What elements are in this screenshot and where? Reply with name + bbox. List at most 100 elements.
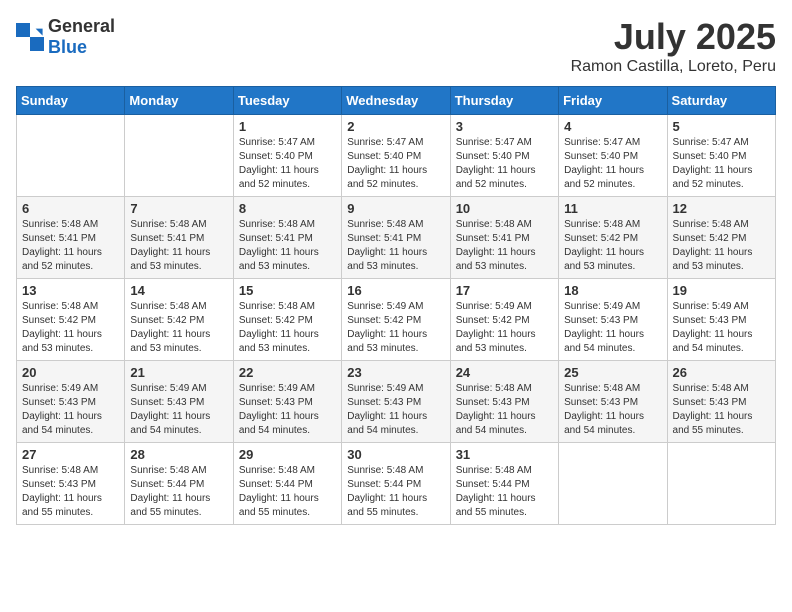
- calendar-cell-4-1: 20 Sunrise: 5:49 AM Sunset: 5:43 PM Dayli…: [17, 361, 125, 443]
- day-info-18: Sunrise: 5:49 AM Sunset: 5:43 PM Dayligh…: [564, 300, 661, 356]
- logo-blue: Blue: [48, 37, 87, 57]
- day-info-12: Sunrise: 5:48 AM Sunset: 5:42 PM Dayligh…: [673, 218, 770, 274]
- calendar-cell-2-1: 6 Sunrise: 5:48 AM Sunset: 5:41 PM Daylig…: [17, 197, 125, 279]
- weekday-header-wednesday: Wednesday: [342, 87, 450, 115]
- day-number-27: 27: [22, 447, 119, 462]
- calendar-cell-1-5: 3 Sunrise: 5:47 AM Sunset: 5:40 PM Daylig…: [450, 115, 558, 197]
- logo: General Blue: [16, 16, 115, 58]
- calendar-cell-2-2: 7 Sunrise: 5:48 AM Sunset: 5:41 PM Daylig…: [125, 197, 233, 279]
- calendar-cell-5-4: 30 Sunrise: 5:48 AM Sunset: 5:44 PM Dayli…: [342, 443, 450, 525]
- day-info-21: Sunrise: 5:49 AM Sunset: 5:43 PM Dayligh…: [130, 382, 227, 438]
- day-number-24: 24: [456, 365, 553, 380]
- calendar-cell-4-4: 23Sunrise: 5:49 AM Sunset: 5:43 PM Dayli…: [342, 361, 450, 443]
- calendar-cell-5-1: 27 Sunrise: 5:48 AM Sunset: 5:43 PM Dayli…: [17, 443, 125, 525]
- day-number-11: 11: [564, 201, 661, 216]
- calendar-week-5: 27 Sunrise: 5:48 AM Sunset: 5:43 PM Dayli…: [17, 443, 776, 525]
- calendar-cell-1-4: 2 Sunrise: 5:47 AM Sunset: 5:40 PM Daylig…: [342, 115, 450, 197]
- day-number-22: 22: [239, 365, 336, 380]
- calendar-table: SundayMondayTuesdayWednesdayThursdayFrid…: [16, 86, 776, 525]
- calendar-cell-1-3: 1Sunrise: 5:47 AM Sunset: 5:40 PM Daylig…: [233, 115, 341, 197]
- page-header: General Blue July 2025 Ramon Castilla, L…: [16, 16, 776, 76]
- day-info-31: Sunrise: 5:48 AM Sunset: 5:44 PM Dayligh…: [456, 464, 553, 520]
- day-info-29: Sunrise: 5:48 AM Sunset: 5:44 PM Dayligh…: [239, 464, 336, 520]
- day-number-6: 6: [22, 201, 119, 216]
- calendar-cell-2-7: 12Sunrise: 5:48 AM Sunset: 5:42 PM Dayli…: [667, 197, 775, 279]
- day-number-20: 20: [22, 365, 119, 380]
- day-info-16: Sunrise: 5:49 AM Sunset: 5:42 PM Dayligh…: [347, 300, 444, 356]
- day-info-25: Sunrise: 5:48 AM Sunset: 5:43 PM Dayligh…: [564, 382, 661, 438]
- day-number-31: 31: [456, 447, 553, 462]
- day-number-29: 29: [239, 447, 336, 462]
- weekday-header-friday: Friday: [559, 87, 667, 115]
- calendar-cell-4-7: 26 Sunrise: 5:48 AM Sunset: 5:43 PM Dayli…: [667, 361, 775, 443]
- day-info-1: Sunrise: 5:47 AM Sunset: 5:40 PM Dayligh…: [239, 136, 336, 192]
- day-number-17: 17: [456, 283, 553, 298]
- day-info-10: Sunrise: 5:48 AM Sunset: 5:41 PM Dayligh…: [456, 218, 553, 274]
- logo-icon: [16, 23, 44, 51]
- calendar-cell-3-1: 13Sunrise: 5:48 AM Sunset: 5:42 PM Dayli…: [17, 279, 125, 361]
- calendar-cell-5-7: [667, 443, 775, 525]
- calendar-cell-3-3: 15 Sunrise: 5:48 AM Sunset: 5:42 PM Dayli…: [233, 279, 341, 361]
- day-number-14: 14: [130, 283, 227, 298]
- calendar-cell-1-1: [17, 115, 125, 197]
- day-info-5: Sunrise: 5:47 AM Sunset: 5:40 PM Dayligh…: [673, 136, 770, 192]
- calendar-cell-1-6: 4Sunrise: 5:47 AM Sunset: 5:40 PM Daylig…: [559, 115, 667, 197]
- calendar-cell-5-5: 31 Sunrise: 5:48 AM Sunset: 5:44 PM Dayli…: [450, 443, 558, 525]
- day-info-27: Sunrise: 5:48 AM Sunset: 5:43 PM Dayligh…: [22, 464, 119, 520]
- calendar-cell-4-5: 24 Sunrise: 5:48 AM Sunset: 5:43 PM Dayli…: [450, 361, 558, 443]
- day-number-15: 15: [239, 283, 336, 298]
- day-number-3: 3: [456, 119, 553, 134]
- day-number-28: 28: [130, 447, 227, 462]
- day-number-30: 30: [347, 447, 444, 462]
- day-number-9: 9: [347, 201, 444, 216]
- logo-text: General Blue: [48, 16, 115, 58]
- day-number-16: 16: [347, 283, 444, 298]
- day-info-26: Sunrise: 5:48 AM Sunset: 5:43 PM Dayligh…: [673, 382, 770, 438]
- day-info-3: Sunrise: 5:47 AM Sunset: 5:40 PM Dayligh…: [456, 136, 553, 192]
- day-number-26: 26: [673, 365, 770, 380]
- day-number-23: 23: [347, 365, 444, 380]
- day-info-24: Sunrise: 5:48 AM Sunset: 5:43 PM Dayligh…: [456, 382, 553, 438]
- day-info-4: Sunrise: 5:47 AM Sunset: 5:40 PM Dayligh…: [564, 136, 661, 192]
- day-number-8: 8: [239, 201, 336, 216]
- day-info-22: Sunrise: 5:49 AM Sunset: 5:43 PM Dayligh…: [239, 382, 336, 438]
- calendar-cell-2-3: 8 Sunrise: 5:48 AM Sunset: 5:41 PM Daylig…: [233, 197, 341, 279]
- weekday-header-row: SundayMondayTuesdayWednesdayThursdayFrid…: [17, 87, 776, 115]
- calendar-week-1: 1Sunrise: 5:47 AM Sunset: 5:40 PM Daylig…: [17, 115, 776, 197]
- calendar-week-2: 6 Sunrise: 5:48 AM Sunset: 5:41 PM Daylig…: [17, 197, 776, 279]
- day-number-25: 25: [564, 365, 661, 380]
- day-info-20: Sunrise: 5:49 AM Sunset: 5:43 PM Dayligh…: [22, 382, 119, 438]
- day-info-15: Sunrise: 5:48 AM Sunset: 5:42 PM Dayligh…: [239, 300, 336, 356]
- day-info-14: Sunrise: 5:48 AM Sunset: 5:42 PM Dayligh…: [130, 300, 227, 356]
- location-title: Ramon Castilla, Loreto, Peru: [571, 58, 776, 76]
- day-number-2: 2: [347, 119, 444, 134]
- calendar-cell-1-7: 5Sunrise: 5:47 AM Sunset: 5:40 PM Daylig…: [667, 115, 775, 197]
- calendar-cell-4-3: 22 Sunrise: 5:49 AM Sunset: 5:43 PM Dayli…: [233, 361, 341, 443]
- day-number-7: 7: [130, 201, 227, 216]
- day-info-2: Sunrise: 5:47 AM Sunset: 5:40 PM Dayligh…: [347, 136, 444, 192]
- day-number-18: 18: [564, 283, 661, 298]
- calendar-cell-3-6: 18 Sunrise: 5:49 AM Sunset: 5:43 PM Dayli…: [559, 279, 667, 361]
- day-info-11: Sunrise: 5:48 AM Sunset: 5:42 PM Dayligh…: [564, 218, 661, 274]
- calendar-cell-5-2: 28Sunrise: 5:48 AM Sunset: 5:44 PM Dayli…: [125, 443, 233, 525]
- weekday-header-thursday: Thursday: [450, 87, 558, 115]
- day-info-9: Sunrise: 5:48 AM Sunset: 5:41 PM Dayligh…: [347, 218, 444, 274]
- day-number-19: 19: [673, 283, 770, 298]
- calendar-cell-5-3: 29 Sunrise: 5:48 AM Sunset: 5:44 PM Dayli…: [233, 443, 341, 525]
- title-block: July 2025 Ramon Castilla, Loreto, Peru: [571, 16, 776, 76]
- calendar-cell-4-2: 21Sunrise: 5:49 AM Sunset: 5:43 PM Dayli…: [125, 361, 233, 443]
- calendar-cell-2-5: 10Sunrise: 5:48 AM Sunset: 5:41 PM Dayli…: [450, 197, 558, 279]
- calendar-week-3: 13Sunrise: 5:48 AM Sunset: 5:42 PM Dayli…: [17, 279, 776, 361]
- calendar-cell-1-2: [125, 115, 233, 197]
- day-info-7: Sunrise: 5:48 AM Sunset: 5:41 PM Dayligh…: [130, 218, 227, 274]
- calendar-cell-3-4: 16 Sunrise: 5:49 AM Sunset: 5:42 PM Dayli…: [342, 279, 450, 361]
- calendar-cell-3-7: 19Sunrise: 5:49 AM Sunset: 5:43 PM Dayli…: [667, 279, 775, 361]
- day-info-30: Sunrise: 5:48 AM Sunset: 5:44 PM Dayligh…: [347, 464, 444, 520]
- weekday-header-tuesday: Tuesday: [233, 87, 341, 115]
- calendar-cell-4-6: 25 Sunrise: 5:48 AM Sunset: 5:43 PM Dayli…: [559, 361, 667, 443]
- day-info-8: Sunrise: 5:48 AM Sunset: 5:41 PM Dayligh…: [239, 218, 336, 274]
- logo-general: General: [48, 16, 115, 36]
- calendar-cell-3-5: 17 Sunrise: 5:49 AM Sunset: 5:42 PM Dayli…: [450, 279, 558, 361]
- day-info-6: Sunrise: 5:48 AM Sunset: 5:41 PM Dayligh…: [22, 218, 119, 274]
- day-info-17: Sunrise: 5:49 AM Sunset: 5:42 PM Dayligh…: [456, 300, 553, 356]
